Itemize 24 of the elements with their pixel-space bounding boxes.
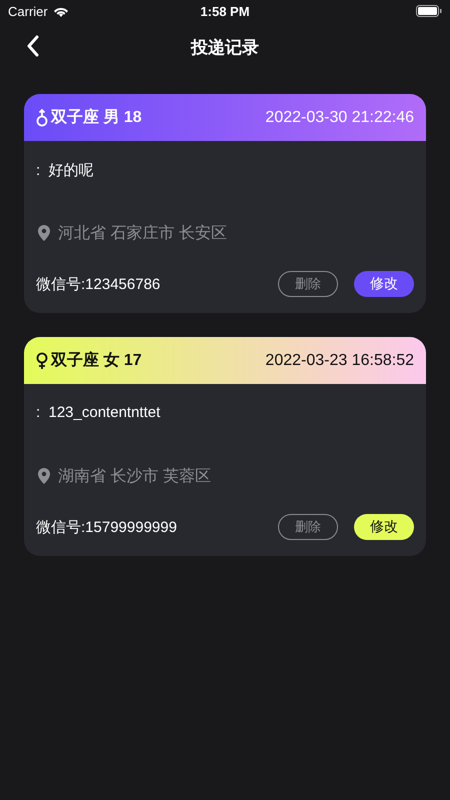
profile-summary: 双子座 男 18 <box>51 107 142 128</box>
wechat-id: 微信号:15799999999 <box>36 518 178 536</box>
edit-button[interactable]: 修改 <box>354 271 414 297</box>
location-text: 湖南省 长沙市 芙蓉区 <box>58 466 211 486</box>
location-text: 河北省 石家庄市 长安区 <box>58 224 227 244</box>
male-icon <box>36 108 48 126</box>
record-time: 2022-03-30 21:22:46 <box>265 108 414 126</box>
profile-summary: 双子座 女 17 <box>51 350 142 371</box>
message-text: : 123_contentnttet <box>36 404 162 423</box>
status-time: 1:58 PM <box>200 4 250 18</box>
back-icon[interactable] <box>26 35 40 57</box>
edit-button[interactable]: 修改 <box>354 514 414 540</box>
delete-button[interactable]: 删除 <box>278 514 338 540</box>
record-time: 2022-03-23 16:58:52 <box>265 352 414 370</box>
battery-icon <box>416 5 442 17</box>
female-icon <box>36 352 48 370</box>
wifi-icon <box>52 5 69 17</box>
delete-button[interactable]: 删除 <box>278 271 338 297</box>
message-text: : 好的呢 <box>36 161 95 181</box>
wechat-id: 微信号:123456786 <box>36 274 162 294</box>
location-pin-icon <box>38 468 50 484</box>
carrier-label: Carrier <box>8 4 48 18</box>
page-title: 投递记录 <box>191 36 259 58</box>
location-pin-icon <box>38 225 50 241</box>
